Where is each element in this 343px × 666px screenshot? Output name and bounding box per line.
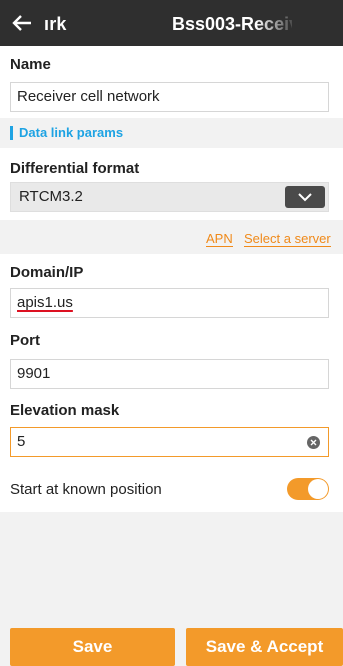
domain-input[interactable]: apis1.us	[10, 288, 329, 318]
elevation-label: Elevation mask	[10, 402, 120, 419]
name-label: Name	[10, 56, 51, 73]
x-mark-icon	[310, 439, 317, 446]
differential-value: RTCM3.2	[19, 188, 83, 205]
port-label: Port	[10, 332, 40, 349]
start-known-section: Start at known position	[0, 466, 343, 512]
select-server-link[interactable]: Select a server	[244, 231, 331, 247]
app-header: ırk Bss003-Receiv	[0, 0, 343, 46]
save-button[interactable]: Save	[10, 628, 175, 666]
name-section: Name Receiver cell network	[0, 46, 343, 118]
differential-label: Differential format	[10, 160, 140, 177]
domain-value: apis1.us	[17, 294, 73, 311]
footer-bar: Save Save & Accept	[0, 626, 343, 666]
port-section: Port 9901	[0, 326, 343, 392]
dropdown-button[interactable]	[285, 186, 325, 208]
differential-section: Differential format RTCM3.2	[0, 148, 343, 220]
elevation-value: 5	[17, 433, 26, 450]
save-accept-button[interactable]: Save & Accept	[186, 628, 343, 666]
parent-title: ırk	[44, 14, 67, 34]
clear-icon[interactable]	[307, 436, 320, 449]
arrow-left-icon	[12, 15, 31, 31]
elevation-section: Elevation mask 5	[0, 392, 343, 466]
title-fade	[256, 0, 316, 46]
toggle-knob	[308, 479, 328, 499]
start-known-toggle[interactable]	[287, 478, 329, 500]
back-button[interactable]	[6, 7, 38, 39]
apn-link[interactable]: APN	[206, 231, 233, 247]
name-input[interactable]: Receiver cell network	[10, 82, 329, 112]
domain-section: Domain/IP apis1.us	[0, 254, 343, 326]
chevron-down-icon	[298, 192, 312, 201]
differential-select[interactable]: RTCM3.2	[10, 182, 329, 212]
domain-label: Domain/IP	[10, 264, 84, 281]
port-input[interactable]: 9901	[10, 359, 329, 389]
elevation-input[interactable]: 5	[10, 427, 329, 457]
data-link-title: Data link params	[10, 126, 123, 140]
start-known-label: Start at known position	[10, 481, 162, 498]
